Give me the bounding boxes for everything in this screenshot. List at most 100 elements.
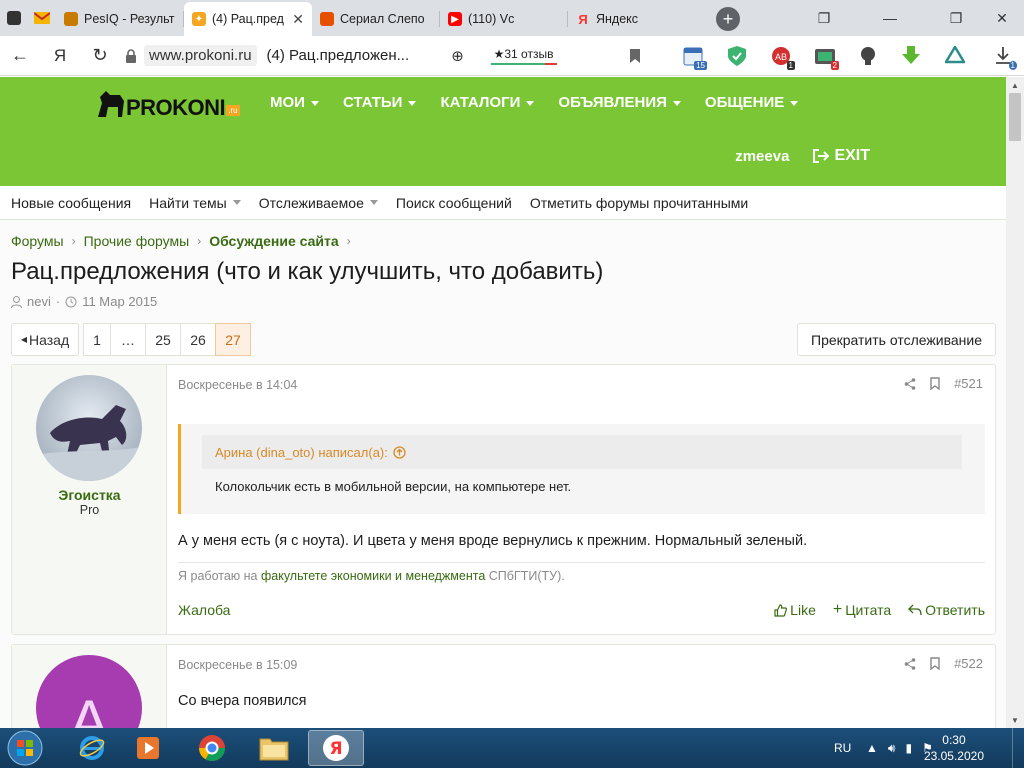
post-username[interactable]: Эгоистка (12, 487, 167, 503)
pager-prev-button[interactable]: ◀ Назад (11, 323, 79, 356)
post-user-cell: А (12, 645, 167, 728)
show-desktop-button[interactable] (1012, 728, 1024, 768)
pager-page-current[interactable]: 27 (215, 323, 251, 356)
taskbar-chrome[interactable] (184, 730, 240, 766)
pager-ellipsis[interactable]: … (110, 323, 146, 356)
zoom-icon[interactable]: ⊕ (443, 36, 473, 76)
thread-meta: nevi · 11 Мар 2015 (11, 294, 157, 309)
messenger-icon (7, 11, 21, 25)
breadcrumb-site-discussion[interactable]: Обсуждение сайта (209, 233, 338, 249)
site-logo[interactable]: PROKONI .ru (96, 87, 240, 119)
taskbar-explorer[interactable] (246, 730, 302, 766)
maximize-icon[interactable]: ❐ (934, 0, 978, 36)
sub-nav-mark-read[interactable]: Отметить форумы прочитанными (530, 195, 748, 211)
exit-button[interactable]: EXIT (813, 147, 870, 165)
avatar[interactable]: А (36, 655, 142, 728)
tab-messenger[interactable] (0, 0, 28, 36)
share-icon[interactable] (904, 657, 916, 670)
chevron-down-icon (790, 100, 799, 106)
unwatch-button[interactable]: Прекратить отслеживание (797, 323, 996, 356)
start-button[interactable] (6, 730, 44, 766)
new-tab-button[interactable]: + (716, 7, 740, 31)
nav-stati[interactable]: СТАТЬИ (331, 89, 429, 117)
taskbar-ie[interactable] (64, 730, 120, 766)
language-indicator[interactable]: RU (834, 741, 851, 755)
chrome-icon (198, 735, 226, 762)
post-date[interactable]: Воскресенье в 15:09 (178, 658, 297, 672)
tab-serial[interactable]: Сериал Слепо (312, 2, 440, 36)
site-reviews[interactable]: ★31 отзыв (487, 47, 561, 65)
post-number[interactable]: #521 (954, 376, 983, 391)
breadcrumb-forums[interactable]: Форумы (11, 233, 64, 249)
bookmark-icon[interactable] (620, 41, 650, 71)
report-link[interactable]: Жалоба (178, 602, 757, 618)
mail-extension-icon[interactable]: 2 (810, 41, 840, 71)
post-number[interactable]: #522 (954, 656, 983, 671)
breadcrumb-other-forums[interactable]: Прочие форумы (84, 233, 190, 249)
taskbar-yandex-browser[interactable]: Я (308, 730, 364, 766)
reviews-rating-bar (490, 62, 557, 65)
tab-yandex[interactable]: Я Яндекс (568, 2, 696, 36)
yandex-home-icon[interactable]: Я (40, 36, 80, 76)
sub-nav-new-posts[interactable]: Новые сообщения (11, 195, 131, 211)
thread-date[interactable]: 11 Мар 2015 (82, 294, 157, 309)
tray-expand-icon[interactable]: ▲ (866, 741, 878, 755)
post-date[interactable]: Воскресенье в 14:04 (178, 378, 297, 392)
taskbar-media[interactable] (120, 730, 176, 766)
quote-button[interactable]: + Цитата (833, 602, 891, 619)
network-icon[interactable]: ▮ (905, 741, 912, 755)
close-window-icon[interactable]: ✕ (980, 0, 1024, 36)
tab-youtube[interactable]: ▶ (110) Vc (440, 2, 568, 36)
main-nav: МОИ СТАТЬИ КАТАЛОГИ ОБЪЯВЛЕНИЯ ОБЩЕНИЕ (258, 89, 810, 117)
calendar-extension-icon[interactable]: 15 (678, 41, 708, 71)
like-button[interactable]: Like (774, 602, 816, 618)
minimize-icon[interactable]: — (868, 0, 912, 36)
download-extension-icon[interactable] (896, 41, 926, 71)
nav-moi[interactable]: МОИ (258, 89, 331, 117)
nav-katalogi[interactable]: КАТАЛОГИ (428, 89, 546, 117)
sub-nav-watched[interactable]: Отслеживаемое (259, 195, 378, 211)
reload-icon[interactable]: ↻ (80, 36, 120, 76)
share-icon[interactable] (904, 377, 916, 390)
tab-pesiq[interactable]: PesIQ - Результ (56, 2, 184, 36)
fire-icon (320, 12, 334, 26)
sub-nav-find-threads[interactable]: Найти темы (149, 195, 241, 211)
url-domain[interactable]: www.prokoni.ru (144, 45, 257, 66)
tab-close-icon[interactable]: ✕ (292, 11, 304, 28)
shield-extension-icon[interactable] (722, 41, 752, 71)
volume-icon[interactable]: 🔊︎ (888, 741, 896, 756)
sub-nav-search-posts[interactable]: Поиск сообщений (396, 195, 512, 211)
back-icon[interactable]: ← (0, 36, 40, 76)
quote-header[interactable]: Арина (dina_oto) написал(а): (202, 435, 962, 469)
pagination: ◀ Назад 1 … 25 26 27 (11, 323, 251, 356)
scrollbar-thumb[interactable] (1009, 93, 1021, 141)
username-link[interactable]: zmeeva (735, 148, 789, 165)
tab-prokoni-active[interactable]: ✦ (4) Рац.пред ✕ (184, 2, 312, 36)
nav-obshchenie[interactable]: ОБЩЕНИЕ (693, 89, 810, 117)
pager-page[interactable]: 25 (145, 323, 181, 356)
lock-icon[interactable] (120, 45, 142, 67)
url-page-title[interactable]: (4) Рац.предложен... (267, 47, 443, 64)
scroll-down-icon[interactable]: ▼ (1006, 712, 1024, 728)
bookmark-icon[interactable] (930, 377, 940, 390)
chevron-down-icon (408, 100, 417, 106)
taskbar-clock[interactable]: 0:30 23.05.2020 (924, 732, 984, 764)
arrow-up-circle-icon[interactable] (393, 445, 406, 459)
reply-button[interactable]: Ответить (908, 602, 985, 618)
bookmark-icon[interactable] (930, 657, 940, 670)
tab-mail[interactable] (28, 0, 56, 36)
pager-page[interactable]: 1 (83, 323, 111, 356)
tabs-menu-icon[interactable]: ❐ (802, 0, 846, 36)
vpn-extension-icon[interactable] (940, 41, 970, 71)
lightbulb-extension-icon[interactable] (853, 41, 883, 71)
nav-obyavleniya[interactable]: ОБЪЯВЛЕНИЯ (546, 89, 693, 117)
page-scrollbar[interactable]: ▲ ▼ (1006, 77, 1024, 728)
avatar[interactable] (36, 375, 142, 481)
downloads-icon[interactable]: 1 (988, 41, 1018, 71)
chevron-down-icon (310, 100, 319, 106)
signature-link[interactable]: факультете экономики и менеджмента (261, 569, 485, 583)
pager-page[interactable]: 26 (180, 323, 216, 356)
scroll-up-icon[interactable]: ▲ (1006, 77, 1024, 93)
adblock-extension-icon[interactable]: AB 1 (766, 41, 796, 71)
thread-author[interactable]: nevi (27, 294, 51, 309)
